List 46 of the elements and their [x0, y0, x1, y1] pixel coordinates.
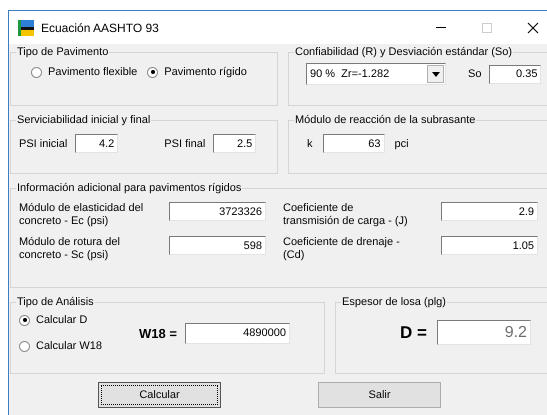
app-icon	[17, 18, 35, 36]
input-field[interactable]: 598	[169, 236, 266, 255]
radio-label[interactable]: Calcular W18	[36, 340, 102, 352]
maximize-icon	[481, 22, 493, 34]
radio-button[interactable]	[147, 66, 158, 78]
group-title: Tipo de Análisis	[16, 296, 95, 308]
radio-button[interactable]	[31, 66, 42, 78]
window-title: Ecuación AASHTO 93	[41, 20, 160, 34]
field-label: Coeficiente de transmisión de carga - (J)	[283, 202, 409, 228]
input-field[interactable]: 4.2	[75, 134, 118, 153]
input-field[interactable]: 3723326	[169, 202, 266, 221]
field-label: Módulo de elasticidad del concreto - Ec (psi)	[19, 202, 144, 228]
input-field[interactable]: 0.35	[489, 64, 542, 84]
calculate-button[interactable]: Calcular	[98, 382, 221, 408]
input-field[interactable]: 1.05	[441, 236, 538, 255]
radio-button[interactable]	[19, 340, 30, 352]
dropdown-field[interactable]: 90 % Zr=-1.282	[306, 63, 446, 85]
group-title: Serviciabilidad inicial y final	[16, 114, 152, 126]
field-label: So	[468, 68, 482, 80]
minimize-icon	[436, 27, 446, 28]
unit-label: pci	[394, 138, 409, 150]
radio-label[interactable]: Pavimento rígido	[164, 66, 247, 78]
group-title: Confiabilidad (R) y Desviación estándar (So)	[294, 46, 514, 58]
group-title: Tipo de Pavimento	[16, 46, 110, 58]
field-label: W18 =	[139, 326, 177, 340]
field-label: Módulo de rotura del concreto - Sc (psi)	[19, 236, 121, 262]
caret-icon	[432, 72, 440, 76]
group-title: Espesor de losa (plg)	[341, 296, 447, 308]
field-label: PSI final	[164, 138, 206, 150]
dropdown-button[interactable]	[427, 65, 444, 83]
group-title: Módulo de reacción de la subrasante	[294, 114, 476, 126]
radio-button[interactable]	[19, 314, 30, 326]
close-icon	[527, 22, 539, 34]
input-field[interactable]: 2.9	[441, 202, 538, 221]
radio-label[interactable]: Calcular D	[36, 314, 88, 326]
field-label: k	[307, 138, 312, 150]
field-label: PSI inicial	[19, 138, 68, 150]
field-label: D =	[400, 322, 427, 342]
group-title: Información adicional para pavimentos rígidos	[16, 182, 242, 194]
radio-label[interactable]: Pavimento flexible	[48, 66, 138, 78]
output-field[interactable]: 9.2	[436, 320, 531, 345]
input-field[interactable]: 2.5	[213, 134, 256, 153]
exit-button[interactable]: Salir	[318, 382, 441, 408]
input-field[interactable]: 4890000	[184, 322, 290, 344]
field-label: Coeficiente de drenaje - (Cd)	[283, 236, 401, 262]
input-field[interactable]: 63	[322, 134, 384, 153]
